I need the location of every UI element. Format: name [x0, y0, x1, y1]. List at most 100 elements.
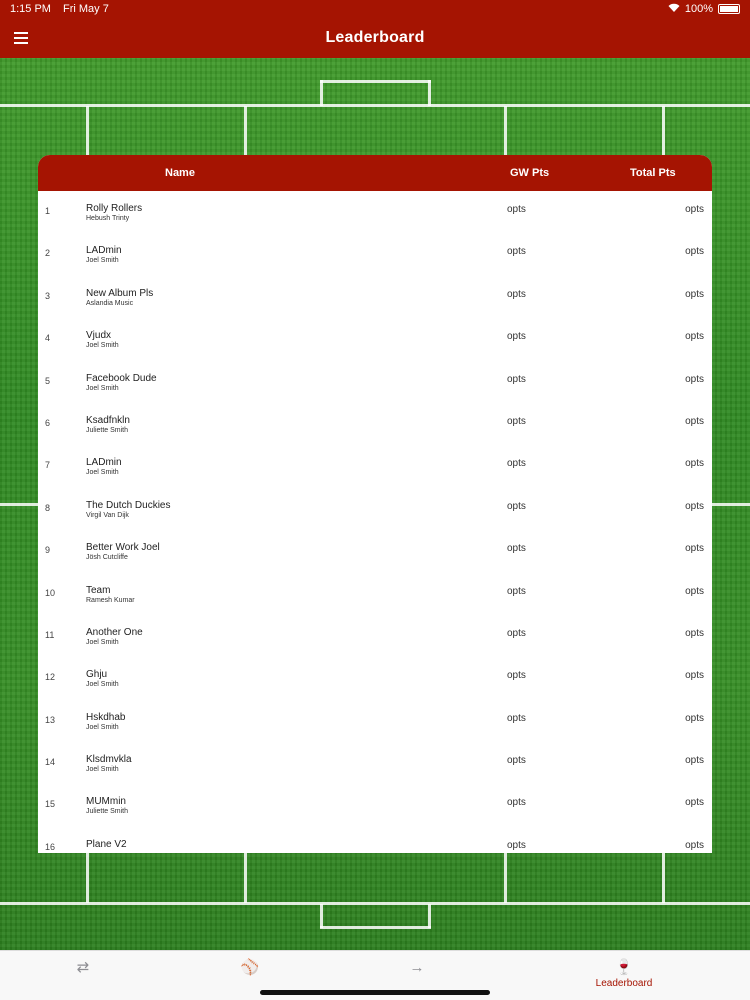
- row-team-name: Facebook Dude: [86, 372, 157, 384]
- table-row[interactable]: 4 Vjudx Joel Smith opts opts: [38, 318, 712, 360]
- row-owner-name: Juliette Smith: [86, 426, 129, 434]
- row-team-name: LADmin: [86, 245, 122, 257]
- table-row[interactable]: 2 LADmin Joel Smith opts opts: [38, 233, 712, 275]
- row-team-name: New Album Pls: [86, 287, 154, 299]
- row-owner-name: Joel Smith: [86, 384, 119, 392]
- row-owner-name: Joel Smith: [86, 681, 119, 689]
- row-total-points: opts: [685, 288, 704, 300]
- row-rank: 2: [45, 248, 51, 259]
- row-gw-points: opts: [507, 458, 526, 470]
- ball-icon: ⚾: [240, 959, 260, 976]
- row-rank: 1: [45, 206, 51, 216]
- row-team-name: MUMmin: [86, 796, 126, 808]
- home-indicator: [260, 990, 490, 995]
- swap-arrows-icon: ⇄: [76, 959, 90, 976]
- tab-leaderboard[interactable]: 🍷 Leaderboard: [584, 951, 664, 1000]
- row-total-points: opts: [685, 204, 704, 215]
- row-team-name: Ghju: [86, 669, 108, 681]
- row-rank: 12: [45, 672, 56, 683]
- tab-leaderboard-label: Leaderboard: [595, 978, 653, 989]
- row-total-points: opts: [685, 627, 704, 639]
- row-total-points: opts: [685, 839, 704, 851]
- hamburger-menu-icon[interactable]: [14, 32, 28, 44]
- row-owner-name: Joel Smith: [86, 638, 119, 646]
- table-row[interactable]: 10 Team Ramesh Kumar opts opts: [38, 573, 712, 615]
- row-owner-name: Ramesh Kumar: [86, 596, 135, 604]
- row-rank: 7: [45, 460, 51, 471]
- row-team-name: Another One: [86, 626, 143, 638]
- status-date: Fri May 7: [62, 3, 109, 15]
- row-team-name: Hskdhab: [86, 711, 126, 723]
- battery-percent: 100%: [684, 3, 713, 15]
- row-rank: 14: [45, 757, 56, 768]
- row-gw-points: opts: [507, 331, 526, 343]
- row-gw-points: opts: [507, 543, 526, 555]
- row-rank: 3: [45, 290, 51, 301]
- table-row[interactable]: 11 Another One Joel Smith opts opts: [38, 615, 712, 657]
- row-owner-name: Joel Smith: [86, 766, 119, 774]
- row-rank: 4: [45, 333, 51, 344]
- row-gw-points: opts: [507, 670, 526, 682]
- column-header-gw-pts[interactable]: GW Pts: [510, 167, 549, 179]
- row-gw-points: opts: [507, 288, 526, 300]
- row-owner-name: Joel Smith: [86, 257, 119, 265]
- row-owner-name: Joel Smith: [86, 469, 119, 477]
- row-total-points: opts: [685, 670, 704, 682]
- battery-icon: [718, 4, 740, 14]
- row-rank: 5: [45, 375, 51, 386]
- nav-bar: Leaderboard: [0, 18, 750, 58]
- row-gw-points: opts: [507, 415, 526, 427]
- row-total-points: opts: [685, 755, 704, 767]
- tab-transfers[interactable]: ⇄: [58, 951, 108, 1000]
- table-header: Name GW Pts Total Pts: [38, 155, 712, 191]
- row-owner-name: Virgil Van Dijk: [86, 511, 129, 519]
- table-row[interactable]: 6 Ksadfnkln Juliette Smith opts opts: [38, 403, 712, 445]
- row-gw-points: opts: [507, 500, 526, 512]
- row-gw-points: opts: [507, 204, 526, 215]
- table-row[interactable]: 16 Plane V2 opts opts: [38, 827, 712, 853]
- table-row[interactable]: 5 Facebook Dude Joel Smith opts opts: [38, 361, 712, 403]
- row-team-name: Ksadfnkln: [86, 414, 130, 426]
- row-total-points: opts: [685, 585, 704, 597]
- trophy-cup-icon: 🍷: [614, 959, 634, 976]
- row-gw-points: opts: [507, 585, 526, 597]
- row-gw-points: opts: [507, 712, 526, 724]
- status-bar: 1:15 PM Fri May 7 100%: [0, 0, 750, 18]
- row-gw-points: opts: [507, 797, 526, 809]
- row-team-name: Team: [86, 584, 111, 596]
- status-time: 1:15 PM: [10, 3, 51, 15]
- row-total-points: opts: [685, 373, 704, 385]
- row-total-points: opts: [685, 415, 704, 427]
- row-owner-name: Jösh Cutcliffe: [86, 554, 128, 562]
- table-row[interactable]: 14 Klsdmvkla Joel Smith opts opts: [38, 742, 712, 784]
- row-team-name: The Dutch Duckies: [86, 499, 171, 511]
- row-gw-points: opts: [507, 627, 526, 639]
- row-rank: 6: [45, 417, 51, 428]
- row-total-points: opts: [685, 712, 704, 724]
- column-header-name[interactable]: Name: [165, 167, 195, 179]
- row-owner-name: Juliette Smith: [86, 808, 129, 816]
- table-row[interactable]: 9 Better Work Joel Jösh Cutcliffe opts opts: [38, 530, 712, 572]
- table-row[interactable]: 13 Hskdhab Joel Smith opts opts: [38, 700, 712, 742]
- row-team-name: LADmin: [86, 457, 122, 469]
- row-team-name: Plane V2: [86, 838, 127, 850]
- row-owner-name: Joel Smith: [86, 723, 119, 731]
- table-row[interactable]: 7 LADmin Joel Smith opts opts: [38, 445, 712, 487]
- row-total-points: opts: [685, 331, 704, 343]
- row-rank: 15: [45, 799, 56, 810]
- page-title: Leaderboard: [325, 29, 425, 46]
- row-total-points: opts: [685, 246, 704, 258]
- row-rank: 13: [45, 714, 56, 725]
- table-row[interactable]: 3 New Album Pls Aslandia Music opts opts: [38, 276, 712, 318]
- row-gw-points: opts: [507, 755, 526, 767]
- row-total-points: opts: [685, 543, 704, 555]
- table-row[interactable]: 8 The Dutch Duckies Virgil Van Dijk opts opt…: [38, 488, 712, 530]
- row-gw-points: opts: [507, 839, 526, 851]
- table-row[interactable]: 12 Ghju Joel Smith opts opts: [38, 657, 712, 699]
- table-row[interactable]: 15 MUMmin Juliette Smith opts opts: [38, 784, 712, 826]
- row-rank: 8: [45, 502, 51, 513]
- table-body[interactable]: 1 Rolly Rollers Hebush Trinty opts opts 2 LADm…: [38, 191, 712, 853]
- column-header-total-pts[interactable]: Total Pts: [630, 167, 676, 179]
- table-row[interactable]: 1 Rolly Rollers Hebush Trinty opts opts: [38, 191, 712, 233]
- arrow-right-icon: →: [409, 959, 425, 976]
